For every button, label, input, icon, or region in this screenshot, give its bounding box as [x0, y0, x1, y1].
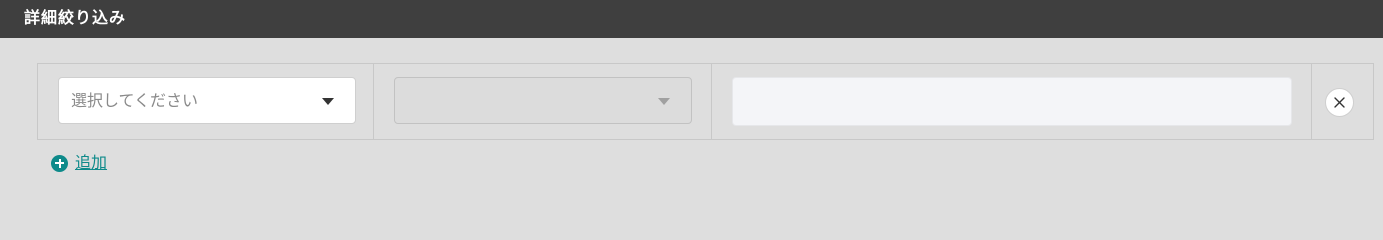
plus-circle-icon [51, 154, 68, 172]
operator-select [394, 77, 692, 124]
operator-cell [374, 64, 712, 139]
field-select[interactable]: 選択してください [58, 77, 356, 124]
panel-header: 詳細絞り込み [0, 0, 1383, 38]
add-condition-link[interactable]: 追加 [51, 152, 107, 174]
field-select-placeholder: 選択してください [71, 91, 199, 110]
caret-down-icon [658, 98, 670, 105]
field-cell: 選択してください [38, 64, 374, 139]
panel-title: 詳細絞り込み [24, 8, 127, 27]
filter-condition-row: 選択してください [37, 63, 1374, 140]
remove-condition-button[interactable] [1325, 88, 1354, 117]
caret-down-icon [322, 98, 334, 105]
advanced-filter-panel: 詳細絞り込み 選択してください 追加 [0, 0, 1383, 203]
value-cell [712, 64, 1312, 139]
close-icon [1334, 97, 1345, 108]
value-input[interactable] [732, 77, 1292, 126]
remove-cell [1312, 64, 1373, 139]
add-condition-label: 追加 [75, 153, 108, 172]
